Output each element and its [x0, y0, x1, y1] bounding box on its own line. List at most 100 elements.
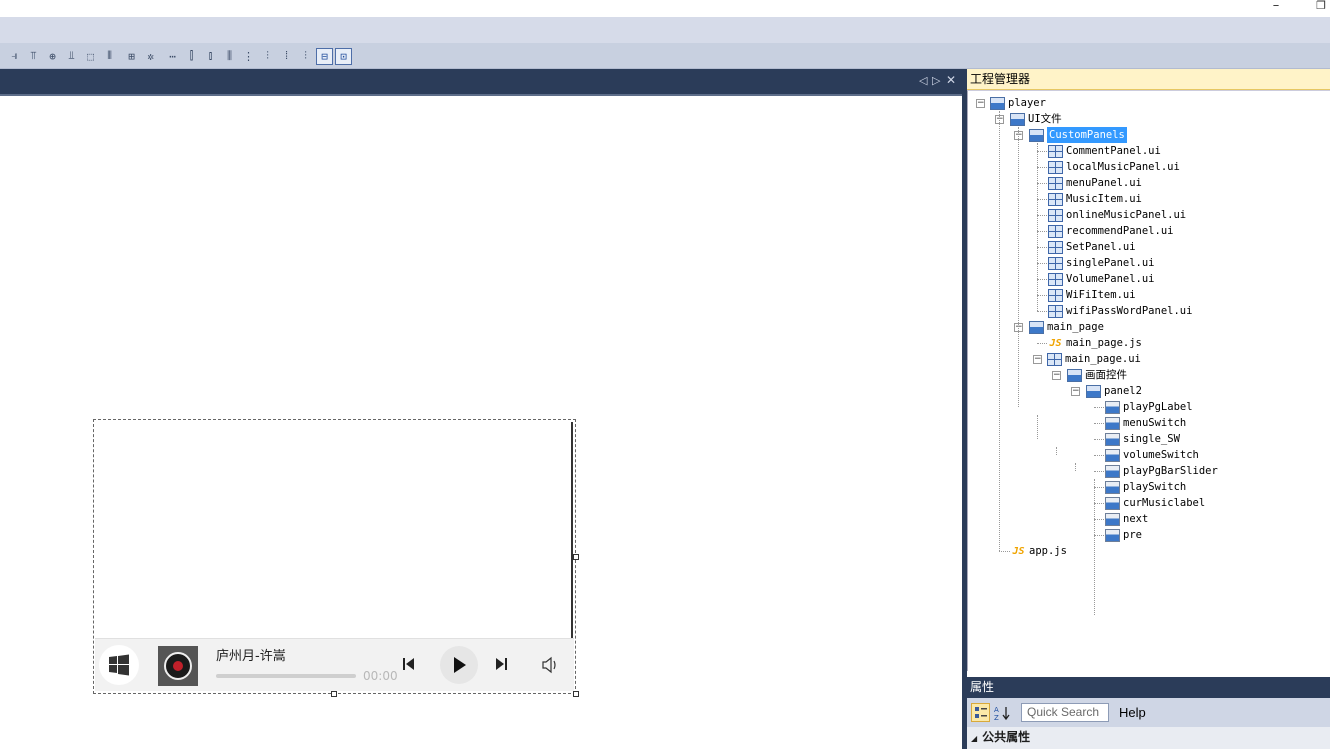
tree-node-panel-file[interactable]: menuPanel.ui	[1048, 175, 1142, 191]
same-size-icon[interactable]: ⊞	[123, 48, 140, 65]
h-spacing-remove-icon[interactable]: ⫼	[221, 48, 238, 65]
align-middle-icon[interactable]: ⊕	[44, 48, 61, 65]
resize-handle-bottom[interactable]	[331, 691, 337, 697]
close-tab-icon[interactable]: ✕	[946, 73, 956, 87]
minimize-button[interactable]: –	[1266, 0, 1286, 14]
tree-node-control-playPgLabel[interactable]: playPgLabel	[1105, 399, 1193, 415]
tree-node-panel-file[interactable]: MusicItem.ui	[1048, 191, 1142, 207]
folder-icon	[990, 96, 1005, 110]
categorized-view-icon[interactable]	[971, 703, 990, 722]
tree-node-player[interactable]: player	[990, 95, 1046, 111]
play-icon	[454, 657, 466, 673]
project-tree	[967, 90, 1330, 671]
tree-node-control-pre[interactable]: pre	[1105, 527, 1142, 543]
ui-file-icon	[1048, 224, 1063, 238]
tree-guide-line	[1094, 503, 1104, 504]
h-spacing-equal-icon[interactable]: ⋯	[164, 48, 181, 65]
album-cover	[158, 646, 198, 686]
restore-button[interactable]: ❐	[1311, 0, 1330, 14]
collapse-toggle-icon[interactable]: −	[976, 99, 985, 108]
collapse-arrow-icon: ◢	[971, 734, 978, 743]
tree-node-panel-file[interactable]: singlePanel.ui	[1048, 255, 1155, 271]
tree-node-control-curMusiclabel[interactable]: curMusiclabel	[1105, 495, 1205, 511]
tree-node-panel-file[interactable]: VolumePanel.ui	[1048, 271, 1155, 287]
center-vertical-icon[interactable]: ⊡	[335, 47, 352, 65]
tree-node-ui-folder[interactable]: UI文件	[1010, 111, 1062, 127]
tree-node-control-playPgBarSlider[interactable]: playPgBarSlider	[1105, 463, 1218, 479]
tab-scroll-left-icon[interactable]: ◁	[919, 74, 927, 87]
menu-switch-button[interactable]	[99, 645, 139, 685]
tree-node-panel-file[interactable]: WiFiItem.ui	[1048, 287, 1136, 303]
center-gear-icon[interactable]: ✲	[142, 48, 159, 65]
collapse-toggle-icon[interactable]: −	[1052, 371, 1061, 380]
tree-node-label: playSwitch	[1123, 481, 1187, 493]
previous-button[interactable]	[402, 656, 416, 675]
v-spacing-equal-icon[interactable]: ⋮	[240, 48, 257, 65]
help-button[interactable]: Help	[1119, 705, 1146, 720]
align-top-icon[interactable]: ⫪	[25, 48, 42, 65]
tree-node-control-single_SW[interactable]: single_SW	[1105, 431, 1180, 447]
collapse-toggle-icon[interactable]: −	[1071, 387, 1080, 396]
control-icon	[1105, 432, 1120, 446]
align-bottom-icon[interactable]: ⫫	[63, 48, 80, 65]
common-properties-category[interactable]: ◢ 公共属性	[967, 727, 1330, 749]
v-spacing-decrease-icon[interactable]: ⁞	[278, 48, 295, 65]
collapse-toggle-icon[interactable]: −	[1033, 355, 1042, 364]
tree-guide-line	[1094, 423, 1104, 424]
svg-text:Z: Z	[994, 714, 999, 721]
tree-node-app-js[interactable]: JS app.js	[1011, 543, 1067, 559]
play-progress-slider[interactable]	[216, 674, 356, 678]
ui-file-icon	[1048, 256, 1063, 270]
tree-node-panel-file[interactable]: recommendPanel.ui	[1048, 223, 1173, 239]
tree-node-control-next[interactable]: next	[1105, 511, 1148, 527]
play-switch[interactable]	[440, 646, 478, 684]
tree-guide-line	[1037, 263, 1047, 264]
tree-node-panel-file[interactable]: SetPanel.ui	[1048, 239, 1136, 255]
tree-node-control-volumeSwitch[interactable]: volumeSwitch	[1105, 447, 1199, 463]
same-height-icon[interactable]: ⫴	[101, 48, 118, 65]
tree-node-panel-file[interactable]: onlineMusicPanel.ui	[1048, 207, 1186, 223]
tree-guide-line	[1037, 343, 1047, 344]
tree-node-control-playSwitch[interactable]: playSwitch	[1105, 479, 1186, 495]
center-horizontal-icon[interactable]: ⊟	[316, 47, 333, 65]
category-label: 公共属性	[982, 730, 1031, 744]
v-spacing-remove-icon[interactable]: ⫶	[297, 48, 314, 65]
tree-node-label: app.js	[1029, 545, 1067, 557]
tree-node-main-page[interactable]: main_page	[1029, 319, 1104, 335]
tab-scroll-right-icon[interactable]: ▷	[932, 74, 940, 87]
tree-node-custom-panels[interactable]: CustomPanels	[1029, 127, 1127, 143]
tree-node-label: UI文件	[1028, 113, 1062, 125]
tree-node-panel2[interactable]: panel2	[1086, 383, 1142, 399]
panel2-content-area[interactable]	[96, 422, 573, 639]
v-spacing-increase-icon[interactable]: ⫶	[259, 48, 276, 65]
tree-node-label: main_page.js	[1066, 337, 1142, 349]
tree-node-label: single_SW	[1123, 433, 1180, 445]
h-spacing-increase-icon[interactable]: ⫿	[183, 48, 200, 65]
ui-file-icon	[1048, 192, 1063, 206]
quick-search-input[interactable]: Quick Search	[1021, 703, 1109, 722]
tree-node-label: main_page	[1047, 321, 1104, 333]
tree-node-control-menuSwitch[interactable]: menuSwitch	[1105, 415, 1186, 431]
tree-node-main-page-ui[interactable]: main_page.ui	[1047, 351, 1141, 367]
menu-strip	[0, 17, 1330, 43]
tree-node-label: menuPanel.ui	[1066, 177, 1142, 189]
tree-node-panel-file[interactable]: localMusicPanel.ui	[1048, 159, 1180, 175]
sort-alphabetical-icon[interactable]: AZ	[993, 703, 1012, 722]
same-width-icon[interactable]: ⬚	[82, 48, 99, 65]
vinyl-disc-icon	[164, 652, 192, 680]
tree-guide-line	[1037, 151, 1047, 152]
tree-node-panel-file[interactable]: CommentPanel.ui	[1048, 143, 1161, 159]
next-button[interactable]	[494, 656, 508, 675]
tree-node-label: next	[1123, 513, 1149, 525]
tree-node-main-page-js[interactable]: JS main_page.js	[1048, 335, 1142, 351]
resize-handle-right[interactable]	[573, 554, 579, 560]
tree-node-panel-file[interactable]: wifiPassWordPanel.ui	[1048, 303, 1192, 319]
control-icon	[1105, 464, 1120, 478]
resize-handle-bottom-right[interactable]	[573, 691, 579, 697]
tree-node-screen-controls[interactable]: 画面控件	[1067, 367, 1127, 383]
properties-title: 属性	[967, 677, 1330, 698]
volume-switch[interactable]	[540, 655, 560, 678]
h-spacing-decrease-icon[interactable]: ⫾	[202, 48, 219, 65]
align-right-icon[interactable]: ⫣	[6, 48, 23, 65]
tree-node-label: panel2	[1104, 385, 1142, 397]
